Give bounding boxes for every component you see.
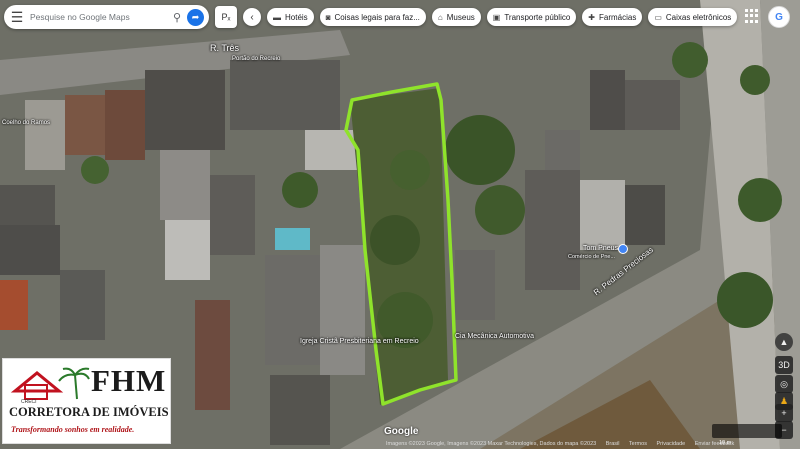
- view-3d-label: 3D: [778, 360, 790, 370]
- chevron-left-icon[interactable]: ‹: [243, 8, 261, 26]
- camera-icon: ◙: [325, 12, 331, 22]
- street-label-tres: R. Três: [210, 43, 240, 53]
- search-box[interactable]: ☰ Pesquise no Google Maps ⚲ ➦: [4, 5, 209, 29]
- transit-mode-label: Pₓ: [221, 12, 231, 22]
- category-pharmacies[interactable]: ✚ Farmácias: [582, 8, 643, 26]
- zoom-in-button[interactable]: +: [775, 404, 793, 422]
- country-link[interactable]: Brasil: [606, 441, 620, 447]
- my-location-icon[interactable]: ◎: [775, 375, 793, 393]
- scale-bar[interactable]: 10 m: [719, 440, 731, 446]
- terms-link[interactable]: Termos: [629, 441, 647, 447]
- category-label: Museus: [446, 12, 475, 22]
- pharmacy-icon: ✚: [588, 12, 595, 22]
- top-bar: ☰ Pesquise no Google Maps ⚲ ➦ Pₓ ‹ ▬ Hoté…: [4, 5, 738, 29]
- museum-icon: ⌂: [437, 12, 443, 22]
- compass-icon[interactable]: ▲: [775, 333, 793, 351]
- house-icon: [10, 367, 90, 400]
- menu-icon[interactable]: ☰: [4, 9, 30, 26]
- hotel-icon: ▬: [273, 12, 281, 22]
- logo-slogan: Transformando sonhos em realidade.: [11, 425, 135, 434]
- fhm-logo: CRECI FHM CORRETORA DE IMÓVEIS Transform…: [3, 359, 170, 443]
- category-label: Farmácias: [599, 12, 637, 22]
- transit-icon: ▣: [492, 12, 501, 22]
- pool: [275, 228, 310, 250]
- category-museums[interactable]: ⌂ Museus: [431, 8, 481, 26]
- search-input[interactable]: Pesquise no Google Maps: [30, 12, 167, 22]
- place-label-igreja[interactable]: Igreja Cristã Presbiteriana em Recreio: [300, 338, 420, 346]
- category-label: Transporte público: [504, 12, 571, 22]
- attribution-bar: Imagens ©2023 Google, Imagens ©2023 Maxa…: [386, 441, 742, 447]
- directions-icon[interactable]: ➦: [187, 8, 204, 26]
- category-label: Hotéis: [285, 12, 308, 22]
- category-label: Coisas legais para faz...: [334, 12, 420, 22]
- account-avatar[interactable]: G: [768, 6, 790, 28]
- layers-thumbnail[interactable]: [712, 424, 782, 438]
- category-hotels[interactable]: ▬ Hotéis: [267, 8, 314, 26]
- google-logo: Google: [384, 426, 419, 437]
- logo-brand: FHM: [91, 363, 167, 398]
- atm-icon: ▭: [654, 12, 662, 22]
- apps-grid-icon[interactable]: [745, 9, 759, 23]
- place-label-mecanica[interactable]: Cia Mecânica Automotiva: [455, 333, 534, 340]
- transit-mode-button[interactable]: Pₓ: [215, 6, 237, 28]
- category-transit[interactable]: ▣ Transporte público: [486, 8, 577, 26]
- search-icon[interactable]: ⚲: [167, 11, 187, 24]
- zoom-in-label: +: [781, 408, 787, 418]
- category-label: Caixas eletrônicos: [665, 12, 732, 22]
- zoom-out-label: −: [781, 425, 787, 435]
- category-things-to-do[interactable]: ◙ Coisas legais para faz...: [319, 8, 426, 26]
- logo-subtitle: CORRETORA DE IMÓVEIS: [9, 405, 169, 419]
- place-pin-icon[interactable]: [618, 244, 628, 254]
- privacy-link[interactable]: Privacidade: [656, 441, 685, 447]
- view-3d-button[interactable]: 3D: [775, 356, 793, 374]
- imagery-credit: Imagens ©2023 Google, Imagens ©2023 Maxa…: [386, 441, 597, 447]
- place-label-coelho[interactable]: Coelho do Ramos: [2, 120, 50, 126]
- category-atms[interactable]: ▭ Caixas eletrônicos: [648, 8, 738, 26]
- place-label-portao[interactable]: Portão do Recreio: [232, 56, 290, 63]
- place-label-tom-pneus-sub: Comércio de Pne...: [568, 254, 616, 260]
- place-label-tom-pneus[interactable]: Tom Pneus: [583, 245, 618, 252]
